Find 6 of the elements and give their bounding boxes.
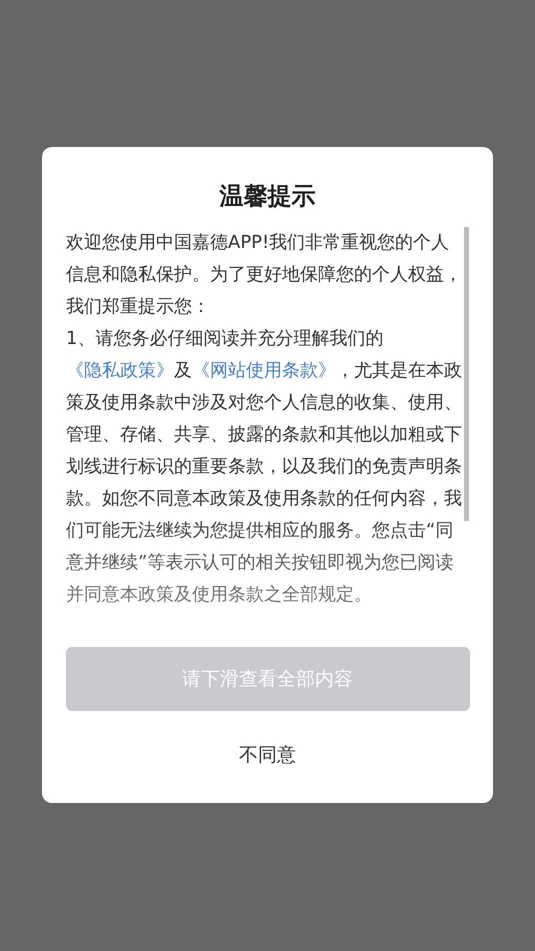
policy-link[interactable]: 《网站使用条款》 [192,360,336,381]
dialog-title: 温馨提示 [220,181,316,212]
disagree-button[interactable]: 不同意 [223,729,312,781]
scrollbar-thumb[interactable] [464,227,469,521]
policy-link[interactable]: 《隐私政策》 [66,360,174,381]
privacy-notice-text: 欢迎您使用中国嘉德APP!我们非常重视您的个人信息和隐私保护。为了更好地保障您的个人权益，我们郑重提示您： 1、请您务必仔细阅读并充分理解我们的 《隐私政策》及《网站使用条款》，尤其是在本政策及使用条款中涉及对您个人信息的收集、使用、管理、存储、共享、披露的条款和其他以加粗或下划线进行标识的重要条款，以及我们的免责声明条款。如您不同意本政策及使用条款的任何内容，我们可能无法继续为您提供相应的服务。您点击“同意并继续”等表示认可的相关按钮即视为您已阅读并同意本政策及使用条款之全部规定。 [66,231,462,607]
